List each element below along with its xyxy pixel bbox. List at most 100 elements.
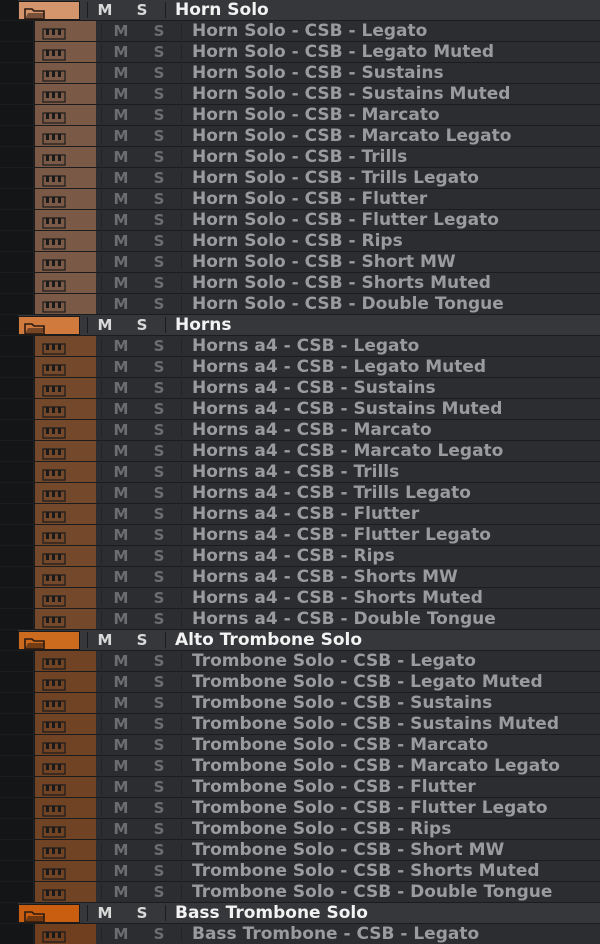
instrument-track-name[interactable]: Trombone Solo - CSB - Flutter xyxy=(192,777,476,797)
mute-button[interactable]: M xyxy=(110,210,132,230)
instrument-track-name[interactable]: Horns a4 - CSB - Trills Legato xyxy=(192,483,471,503)
solo-button[interactable]: S xyxy=(148,798,170,818)
instrument-track-name[interactable]: Trombone Solo - CSB - Marcato Legato xyxy=(192,756,560,776)
solo-button[interactable]: S xyxy=(148,210,170,230)
instrument-track-name[interactable]: Trombone Solo - CSB - Flutter Legato xyxy=(192,798,548,818)
solo-button[interactable]: S xyxy=(148,609,170,629)
mute-button[interactable]: M xyxy=(110,567,132,587)
folder-color-swatch[interactable] xyxy=(18,904,80,923)
instrument-track-name[interactable]: Horn Solo - CSB - Shorts Muted xyxy=(192,273,491,293)
mute-button[interactable]: M xyxy=(110,420,132,440)
mute-button[interactable]: M xyxy=(110,693,132,713)
solo-button[interactable]: S xyxy=(148,672,170,692)
track-color-swatch[interactable] xyxy=(34,672,96,692)
track-color-swatch[interactable] xyxy=(34,294,96,314)
folder-color-swatch[interactable] xyxy=(18,631,80,650)
solo-button[interactable]: S xyxy=(131,0,153,20)
solo-button[interactable]: S xyxy=(148,546,170,566)
track-color-swatch[interactable] xyxy=(34,84,96,104)
mute-button[interactable]: M xyxy=(110,21,132,41)
solo-button[interactable]: S xyxy=(148,399,170,419)
track-color-swatch[interactable] xyxy=(34,336,96,356)
solo-button[interactable]: S xyxy=(148,105,170,125)
instrument-track-name[interactable]: Trombone Solo - CSB - Shorts Muted xyxy=(192,861,540,881)
mute-button[interactable]: M xyxy=(110,819,132,839)
solo-button[interactable]: S xyxy=(148,840,170,860)
instrument-track-row[interactable]: M S Horns a4 - CSB - Flutter xyxy=(0,504,600,525)
solo-button[interactable]: S xyxy=(131,315,153,335)
track-color-swatch[interactable] xyxy=(34,819,96,839)
instrument-track-row[interactable]: M S Horn Solo - CSB - Sustains Muted xyxy=(0,84,600,105)
instrument-track-row[interactable]: M S Trombone Solo - CSB - Legato Muted xyxy=(0,672,600,693)
mute-button[interactable]: M xyxy=(110,147,132,167)
track-color-swatch[interactable] xyxy=(34,777,96,797)
mute-button[interactable]: M xyxy=(110,336,132,356)
mute-button[interactable]: M xyxy=(110,714,132,734)
instrument-track-name[interactable]: Horn Solo - CSB - Double Tongue xyxy=(192,294,504,314)
instrument-track-name[interactable]: Horns a4 - CSB - Flutter xyxy=(192,504,419,524)
solo-button[interactable]: S xyxy=(148,336,170,356)
solo-button[interactable]: S xyxy=(148,567,170,587)
instrument-track-row[interactable]: M S Horns a4 - CSB - Sustains Muted xyxy=(0,399,600,420)
mute-button[interactable]: M xyxy=(110,735,132,755)
mute-button[interactable]: M xyxy=(110,294,132,314)
mute-button[interactable]: M xyxy=(110,798,132,818)
instrument-track-row[interactable]: M S Horn Solo - CSB - Short MW xyxy=(0,252,600,273)
instrument-track-row[interactable]: M S Horns a4 - CSB - Sustains xyxy=(0,378,600,399)
instrument-track-row[interactable]: M S Horn Solo - CSB - Flutter Legato xyxy=(0,210,600,231)
instrument-track-row[interactable]: M S Trombone Solo - CSB - Double Tongue xyxy=(0,882,600,903)
track-color-swatch[interactable] xyxy=(34,420,96,440)
solo-button[interactable]: S xyxy=(148,252,170,272)
mute-button[interactable]: M xyxy=(110,672,132,692)
instrument-track-row[interactable]: M S Horns a4 - CSB - Legato xyxy=(0,336,600,357)
track-color-swatch[interactable] xyxy=(34,651,96,671)
folder-icon[interactable] xyxy=(24,320,46,335)
solo-button[interactable]: S xyxy=(148,294,170,314)
instrument-track-name[interactable]: Horns a4 - CSB - Shorts Muted xyxy=(192,588,483,608)
instrument-track-row[interactable]: M S Horns a4 - CSB - Double Tongue xyxy=(0,609,600,630)
instrument-track-name[interactable]: Horn Solo - CSB - Marcato Legato xyxy=(192,126,511,146)
solo-button[interactable]: S xyxy=(148,504,170,524)
instrument-track-name[interactable]: Horns a4 - CSB - Sustains xyxy=(192,378,436,398)
instrument-track-row[interactable]: M S Horn Solo - CSB - Legato xyxy=(0,21,600,42)
mute-button[interactable]: M xyxy=(110,84,132,104)
instrument-track-name[interactable]: Horns a4 - CSB - Sustains Muted xyxy=(192,399,502,419)
folder-track-name[interactable]: Alto Trombone Solo xyxy=(175,630,362,650)
mute-button[interactable]: M xyxy=(94,903,116,923)
track-color-swatch[interactable] xyxy=(34,525,96,545)
instrument-track-row[interactable]: M S Horns a4 - CSB - Legato Muted xyxy=(0,357,600,378)
solo-button[interactable]: S xyxy=(148,882,170,902)
solo-button[interactable]: S xyxy=(148,231,170,251)
solo-button[interactable]: S xyxy=(148,651,170,671)
instrument-track-name[interactable]: Horns a4 - CSB - Flutter Legato xyxy=(192,525,491,545)
folder-track-row[interactable]: M S Horns xyxy=(0,315,600,336)
instrument-track-name[interactable]: Trombone Solo - CSB - Marcato xyxy=(192,735,488,755)
instrument-track-row[interactable]: M S Horn Solo - CSB - Rips xyxy=(0,231,600,252)
track-color-swatch[interactable] xyxy=(34,546,96,566)
track-color-swatch[interactable] xyxy=(34,609,96,629)
mute-button[interactable]: M xyxy=(110,252,132,272)
folder-color-swatch[interactable] xyxy=(18,316,80,335)
instrument-track-row[interactable]: M S Trombone Solo - CSB - Flutter Legato xyxy=(0,798,600,819)
instrument-track-name[interactable]: Horn Solo - CSB - Rips xyxy=(192,231,403,251)
instrument-track-name[interactable]: Bass Trombone - CSB - Legato xyxy=(192,924,479,944)
instrument-track-name[interactable]: Trombone Solo - CSB - Double Tongue xyxy=(192,882,552,902)
instrument-track-name[interactable]: Horns a4 - CSB - Trills xyxy=(192,462,399,482)
mute-button[interactable]: M xyxy=(110,357,132,377)
solo-button[interactable]: S xyxy=(148,84,170,104)
instrument-track-row[interactable]: M S Horns a4 - CSB - Shorts Muted xyxy=(0,588,600,609)
instrument-track-name[interactable]: Horn Solo - CSB - Legato Muted xyxy=(192,42,494,62)
mute-button[interactable]: M xyxy=(110,126,132,146)
mute-button[interactable]: M xyxy=(110,42,132,62)
instrument-track-row[interactable]: M S Horn Solo - CSB - Double Tongue xyxy=(0,294,600,315)
track-color-swatch[interactable] xyxy=(34,63,96,83)
track-color-swatch[interactable] xyxy=(34,231,96,251)
track-color-swatch[interactable] xyxy=(34,21,96,41)
mute-button[interactable]: M xyxy=(94,630,116,650)
instrument-track-name[interactable]: Trombone Solo - CSB - Short MW xyxy=(192,840,504,860)
track-color-swatch[interactable] xyxy=(34,840,96,860)
mute-button[interactable]: M xyxy=(110,609,132,629)
instrument-track-row[interactable]: M S Horns a4 - CSB - Rips xyxy=(0,546,600,567)
mute-button[interactable]: M xyxy=(110,840,132,860)
instrument-track-row[interactable]: M S Horn Solo - CSB - Flutter xyxy=(0,189,600,210)
